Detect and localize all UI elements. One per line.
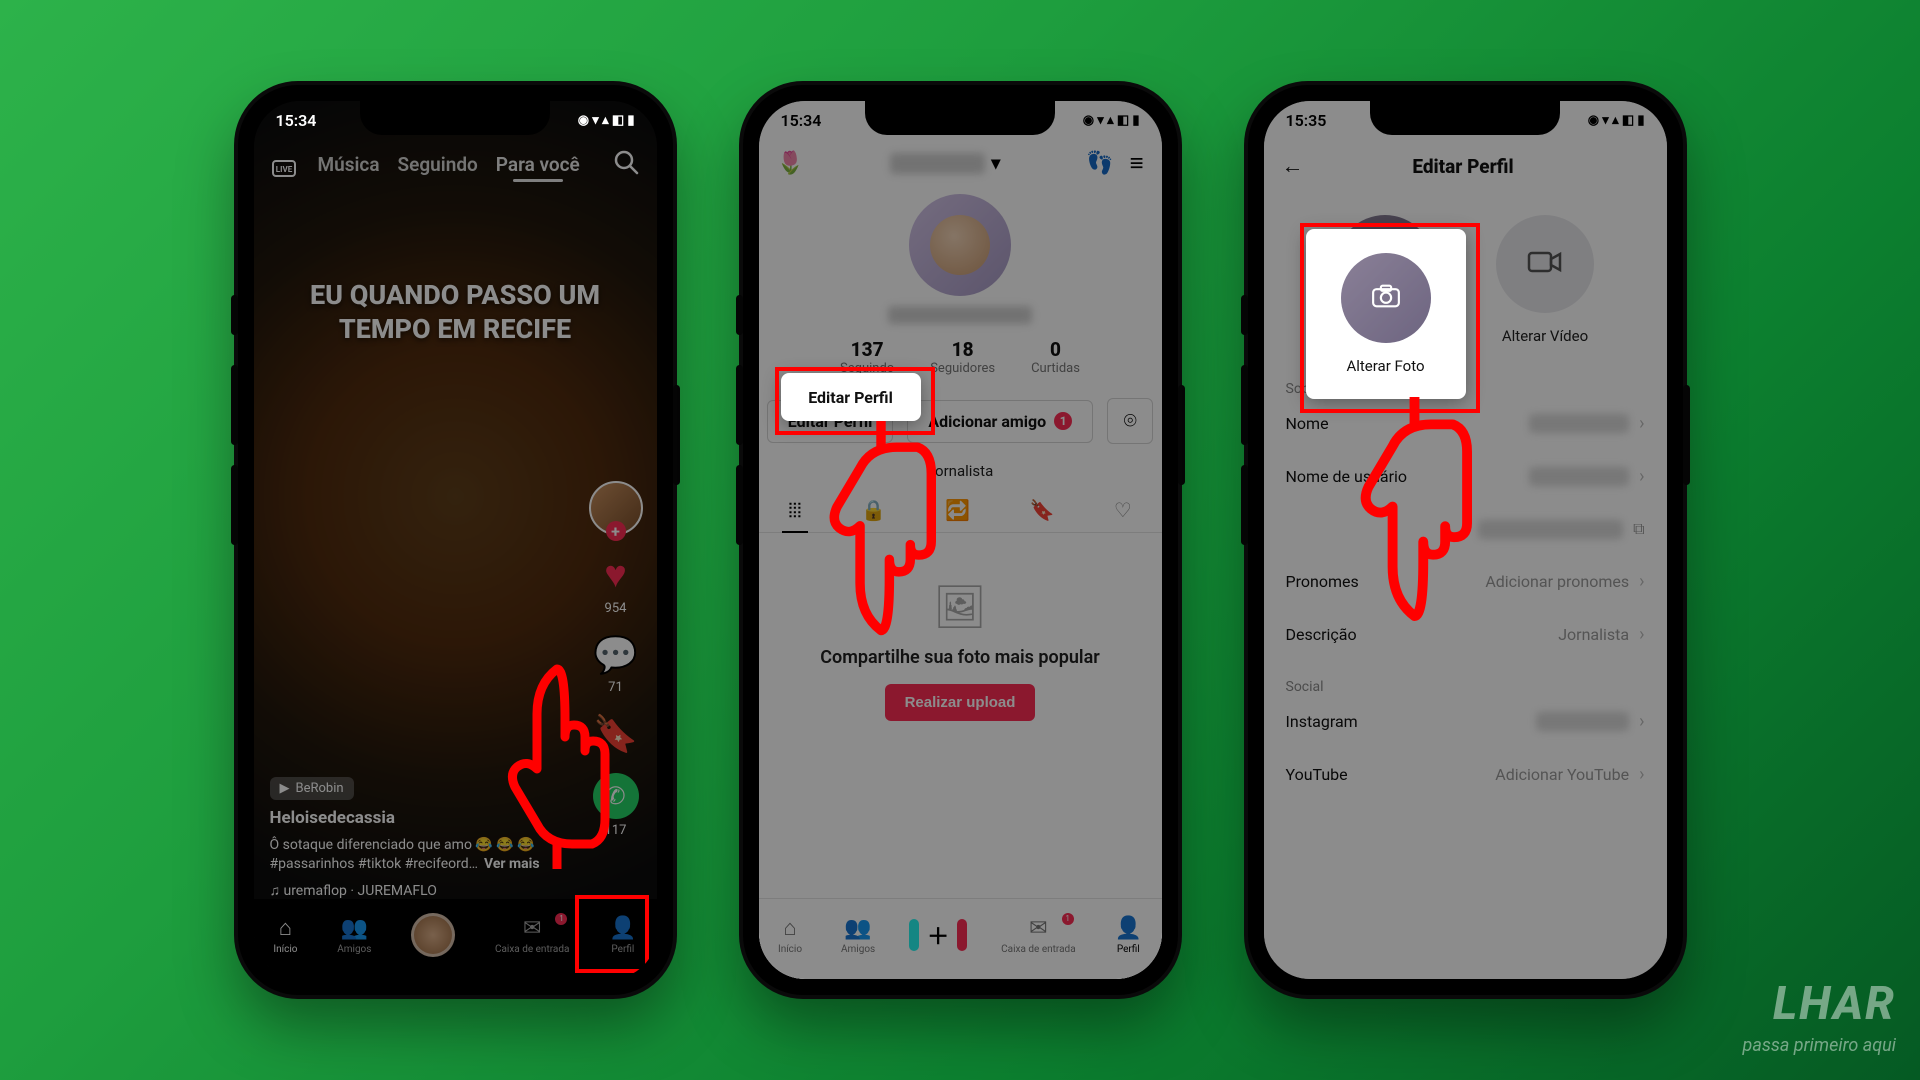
phone-side-button (1178, 385, 1185, 485)
phone-1-feed: 15:34 ◉ ▾ ▴ ◧ ▮ LIVE Música Seguindo Par… (238, 85, 673, 995)
phone-side-button (1683, 385, 1690, 485)
phone-side-button (736, 365, 743, 445)
watermark-tagline: passa primeiro aqui (1743, 1035, 1896, 1056)
phone-side-button (736, 465, 743, 545)
phone-side-button (1241, 365, 1248, 445)
phone-side-button (673, 385, 680, 485)
phone-side-button (1241, 295, 1248, 335)
step3-highlight-box (1300, 223, 1480, 413)
phone-2-profile: 15:34◉ ▾ ▴ ◧ ▮ 🌷 user ▾ 👣 ≡ handle 137Se… (743, 85, 1178, 995)
pointer-hand-icon (1342, 397, 1487, 627)
pointer-hand-icon (497, 659, 617, 869)
status-time: 15:34 (276, 111, 317, 130)
phone-side-button (231, 465, 238, 545)
status-icons: ◉ ▾ ▴ ◧ ▮ (578, 113, 635, 128)
phone-side-button (231, 295, 238, 335)
phone-side-button (736, 295, 743, 335)
notch (360, 101, 550, 135)
phone-side-button (1241, 465, 1248, 545)
phone-side-button (231, 365, 238, 445)
watermark-brand: LHAR (1743, 977, 1896, 1031)
pointer-hand-icon (811, 421, 951, 641)
step1-highlight-box (575, 895, 649, 973)
phone-3-edit-profile: 15:35◉ ▾ ▴ ◧ ▮ ← Editar Perfil Alterar F… (1248, 85, 1683, 995)
watermark: LHAR passa primeiro aqui (1743, 977, 1896, 1056)
